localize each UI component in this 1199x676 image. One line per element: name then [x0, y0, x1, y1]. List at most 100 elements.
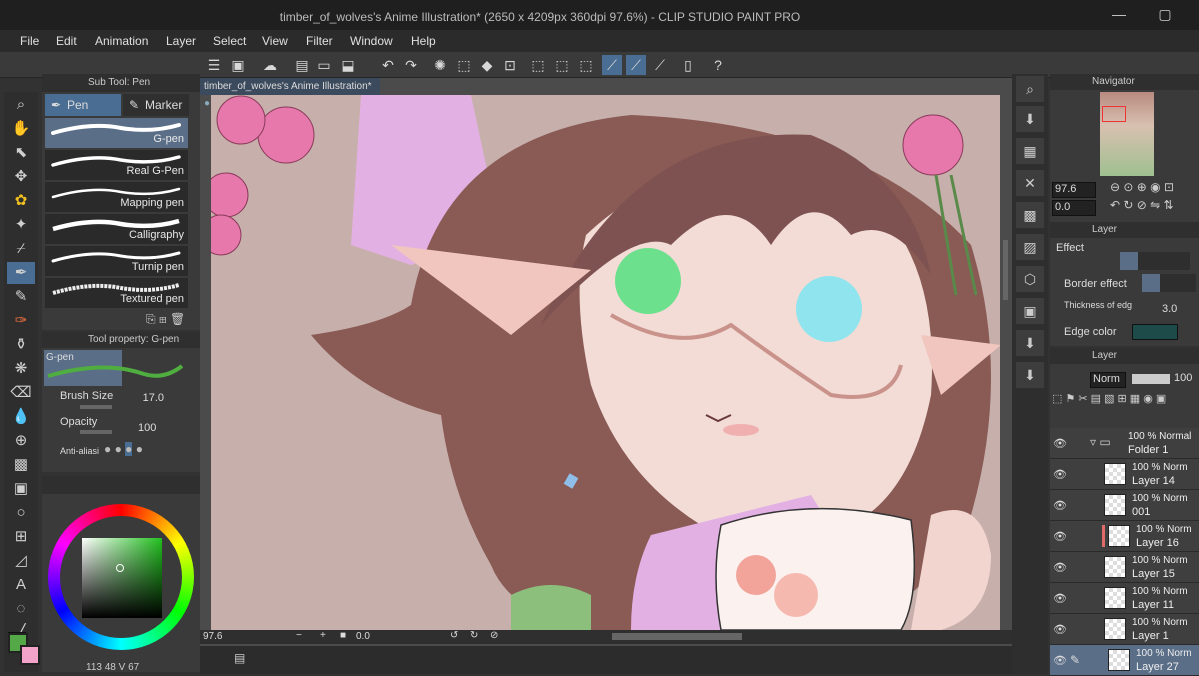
open-folder-icon[interactable]: ▭ — [314, 55, 334, 75]
lasso-fill-icon[interactable]: ✿ — [7, 190, 35, 212]
help-icon[interactable]: ? — [708, 55, 728, 75]
rotate-left-icon[interactable]: ↺ — [450, 630, 458, 641]
zoom-value[interactable]: 97.6 — [203, 631, 222, 642]
visibility-eye-icon[interactable]: 👁 — [1053, 530, 1067, 543]
close-material-icon[interactable]: ✕ — [1016, 170, 1044, 196]
antialias-options[interactable]: ● ● ● ● — [104, 442, 143, 456]
cloud-icon[interactable]: ☁ — [260, 55, 280, 75]
layer-opacity-value[interactable]: 100 — [1174, 372, 1192, 384]
menu-view[interactable]: View — [262, 34, 288, 48]
menu-file[interactable]: File — [20, 34, 39, 48]
redo-icon[interactable]: ↷ — [401, 55, 421, 75]
menu-filter[interactable]: Filter — [306, 34, 333, 48]
layer-row-folder-1[interactable]: 👁 ▿ ▭ 100 % Normal Folder 1 — [1050, 428, 1199, 459]
zoom-in-icon[interactable]: + — [320, 630, 326, 641]
auto-select-icon[interactable]: ✦ — [7, 214, 35, 236]
fit-icon[interactable]: ■ — [340, 630, 346, 641]
frame-material-icon[interactable]: ▣ — [1016, 298, 1044, 324]
navigator-angle[interactable]: 0.0 — [1052, 200, 1096, 216]
visibility-eye-icon[interactable]: 👁 — [1053, 592, 1067, 605]
move-layer-icon[interactable]: ✥ — [7, 166, 35, 188]
layer-row-layer-16[interactable]: 👁 100 % Norm Layer 16 — [1050, 521, 1199, 552]
smartphone-icon[interactable]: ▯ — [678, 55, 698, 75]
delete-subtool-icon[interactable]: 🗑 — [170, 312, 185, 326]
clear-icon[interactable]: ⬚ — [454, 55, 474, 75]
create-subtool-icon[interactable]: ⊞ — [159, 312, 167, 326]
timeline-icon[interactable]: ▤ — [234, 651, 245, 665]
border-effect-toggle[interactable] — [1120, 252, 1138, 270]
visibility-eye-icon[interactable]: 👁 — [1053, 654, 1067, 667]
opacity-slider[interactable] — [80, 430, 112, 434]
hand-tool-icon[interactable]: ✋ — [7, 118, 35, 140]
edge-color-swatch[interactable] — [1132, 324, 1178, 340]
new-file-icon[interactable]: ▣ — [228, 55, 248, 75]
layer-opacity-slider[interactable] — [1132, 374, 1170, 384]
gradient-icon[interactable]: ▩ — [7, 454, 35, 476]
import-icon[interactable]: ⬇ — [1016, 330, 1044, 356]
border-effect-options[interactable] — [1142, 274, 1196, 292]
eraser-icon[interactable]: ⌫ — [7, 382, 35, 404]
hamburger-icon[interactable]: ☰ — [204, 55, 224, 75]
brush-size-slider[interactable] — [80, 405, 112, 409]
illustration[interactable] — [211, 95, 1000, 630]
vertical-scrollbar[interactable] — [1003, 240, 1008, 300]
pencil-tool-icon[interactable]: ✎ — [7, 286, 35, 308]
ellipse-icon[interactable]: ○ — [7, 502, 35, 524]
operation-tool-icon[interactable]: ⬉ — [7, 142, 35, 164]
invert-selection-icon[interactable]: ⬚ — [552, 55, 572, 75]
layer-row-layer-11[interactable]: 👁 100 % Norm Layer 11 — [1050, 583, 1199, 614]
transform-icon[interactable]: ⊡ — [500, 55, 520, 75]
balloon-icon[interactable]: ◌ — [7, 598, 35, 620]
visibility-eye-icon[interactable]: 👁 — [1053, 623, 1067, 636]
visibility-eye-icon[interactable]: 👁 — [1053, 561, 1067, 574]
crop-icon[interactable]: ⬚ — [576, 55, 596, 75]
tab-marker[interactable]: ✎ Marker — [123, 94, 189, 116]
sub-color-chip[interactable] — [20, 645, 40, 665]
eyedropper-icon[interactable]: ⌿ — [7, 238, 35, 260]
thickness-value[interactable]: 3.0 — [1162, 303, 1177, 315]
search-icon[interactable]: ⌕ — [1016, 76, 1044, 102]
navigator-rotate-controls[interactable]: ↶ ↻ ⊘ ⇋ ⇅ — [1110, 198, 1174, 212]
menu-animation[interactable]: Animation — [95, 34, 148, 48]
brush-size-value[interactable]: 17.0 — [120, 392, 166, 408]
zoom-tool-icon[interactable]: ⌕ — [7, 94, 35, 116]
ruler-icon[interactable]: ◿ — [7, 550, 35, 572]
horizontal-scrollbar[interactable] — [612, 633, 742, 640]
blend-mode-select[interactable]: Norm — [1090, 372, 1126, 388]
layer-toolbar[interactable]: ⬚ ⚑ ✂ ▤ ▧ ⊞ ▦ ◉ ▣ — [1052, 392, 1196, 408]
material-icon[interactable]: ▦ — [1016, 138, 1044, 164]
navigator-zoom-controls[interactable]: ⊖ ⊙ ⊕ ◉ ⊡ — [1110, 180, 1174, 194]
brush-tool-icon[interactable]: ✑ — [7, 310, 35, 332]
frame-icon[interactable]: ⊞ — [7, 526, 35, 548]
image-material-icon[interactable]: ▨ — [1016, 234, 1044, 260]
blend-icon[interactable]: 💧 — [7, 406, 35, 428]
copy-subtool-icon[interactable]: ⎘ — [146, 312, 156, 326]
illustration-canvas[interactable] — [211, 95, 1000, 630]
snap-grid-icon[interactable]: ⟋ — [650, 55, 670, 75]
layer-row-layer-14[interactable]: 👁 100 % Norm Layer 14 — [1050, 459, 1199, 490]
reset-rotation-icon[interactable]: ⊘ — [490, 630, 498, 641]
figure-icon[interactable]: ▣ — [7, 478, 35, 500]
brush-g-pen[interactable]: G-pen — [45, 118, 188, 149]
export-icon[interactable]: ⬇ — [1016, 362, 1044, 388]
deselect-icon[interactable]: ⬚ — [528, 55, 548, 75]
menu-edit[interactable]: Edit — [56, 34, 77, 48]
layer-row-layer-1[interactable]: 👁 100 % Norm Layer 1 — [1050, 614, 1199, 645]
visibility-eye-icon[interactable]: 👁 — [1053, 437, 1067, 450]
edge-option-selected[interactable] — [1142, 274, 1160, 292]
brush-turnip-pen[interactable]: Turnip pen — [45, 246, 188, 277]
visibility-eye-icon[interactable]: 👁 — [1053, 499, 1067, 512]
layer-row-001[interactable]: 👁 100 % Norm 001 — [1050, 490, 1199, 521]
color-picker-cursor[interactable] — [116, 564, 124, 572]
fill-tool-icon[interactable]: ⊕ — [7, 430, 35, 452]
tab-pen[interactable]: ✒ Pen — [45, 94, 121, 116]
brush-mapping-pen[interactable]: Mapping pen — [45, 182, 188, 213]
navigator-viewport[interactable] — [1102, 106, 1126, 122]
snap-ruler-icon[interactable]: ⟋ — [602, 55, 622, 75]
layer-row-layer-27[interactable]: 👁 ✎ 100 % Norm Layer 27 — [1050, 645, 1199, 676]
visibility-eye-icon[interactable]: 👁 — [1053, 468, 1067, 481]
menu-layer[interactable]: Layer — [166, 34, 196, 48]
layer-row-layer-15[interactable]: 👁 100 % Norm Layer 15 — [1050, 552, 1199, 583]
opacity-value[interactable]: 100 — [138, 422, 156, 434]
pattern-icon[interactable]: ▩ — [1016, 202, 1044, 228]
